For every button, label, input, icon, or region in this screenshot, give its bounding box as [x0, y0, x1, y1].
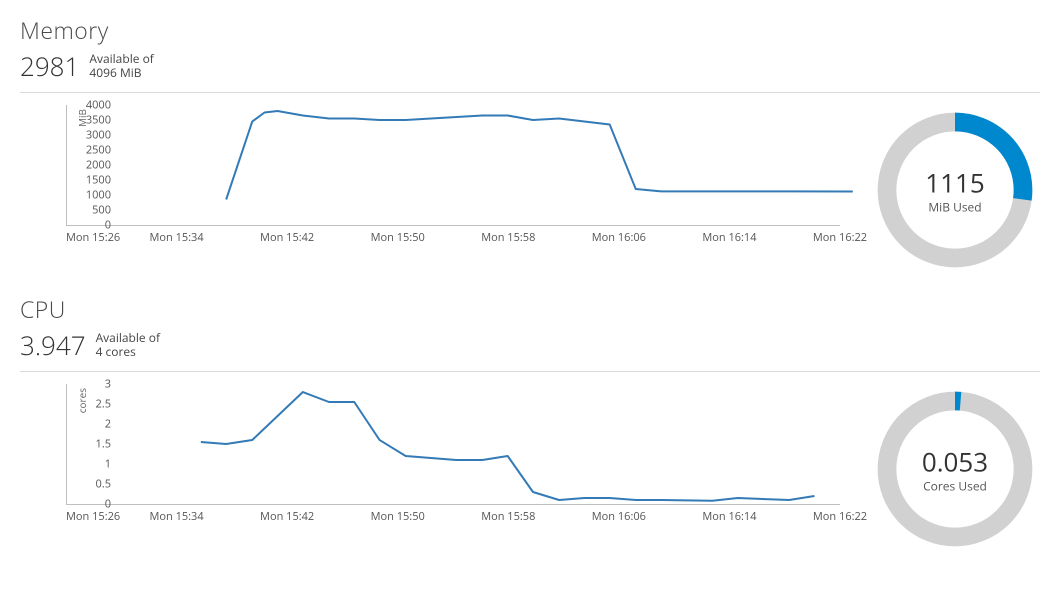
- cpu-summary: 3.947 Available of 4 cores: [20, 327, 1040, 363]
- memory-chart: MiB 05001000150020002500300035004000 Mon…: [20, 105, 840, 244]
- divider: [20, 92, 1040, 93]
- x-tick: Mon 16:06: [592, 509, 646, 524]
- cpu-title: CPU: [20, 293, 1040, 325]
- cpu-chart: cores 00.511.522.53 Mon 15:26Mon 15:34Mo…: [20, 384, 840, 523]
- memory-donut: 1115 MiB Used: [870, 105, 1040, 275]
- divider: [20, 371, 1040, 372]
- x-tick: Mon 15:42: [260, 230, 314, 245]
- x-tick: Mon 16:14: [702, 509, 756, 524]
- x-tick: Mon 15:50: [371, 509, 425, 524]
- x-tick: Mon 16:22: [813, 509, 867, 524]
- x-tick: Mon 15:26: [66, 230, 120, 245]
- x-tick: Mon 15:58: [481, 509, 535, 524]
- memory-section: Memory 2981 Available of 4096 MiB MiB 05…: [20, 14, 1040, 275]
- cpu-available-value: 3.947: [20, 327, 86, 363]
- x-tick: Mon 15:34: [149, 230, 203, 245]
- x-tick: Mon 16:14: [702, 230, 756, 245]
- x-tick: Mon 16:06: [592, 230, 646, 245]
- x-tick: Mon 16:22: [813, 230, 867, 245]
- cpu-section: CPU 3.947 Available of 4 cores cores 00.…: [20, 293, 1040, 554]
- x-tick: Mon 15:50: [371, 230, 425, 245]
- x-tick: Mon 15:34: [149, 509, 203, 524]
- memory-available-value: 2981: [20, 48, 79, 84]
- memory-available-label-2: 4096 MiB: [89, 66, 153, 80]
- x-tick: Mon 15:58: [481, 230, 535, 245]
- cpu-donut-value: 0.053: [870, 444, 1040, 480]
- x-tick: Mon 15:26: [66, 509, 120, 524]
- memory-donut-label: MiB Used: [870, 199, 1040, 216]
- cpu-available-label: Available of 4 cores: [96, 331, 160, 359]
- memory-available-label: Available of 4096 MiB: [89, 52, 153, 80]
- cpu-donut: 0.053 Cores Used: [870, 384, 1040, 554]
- cpu-donut-label: Cores Used: [870, 478, 1040, 495]
- cpu-available-label-2: 4 cores: [96, 345, 160, 359]
- memory-title: Memory: [20, 14, 1040, 46]
- x-tick: Mon 15:42: [260, 509, 314, 524]
- memory-summary: 2981 Available of 4096 MiB: [20, 48, 1040, 84]
- memory-donut-value: 1115: [870, 165, 1040, 201]
